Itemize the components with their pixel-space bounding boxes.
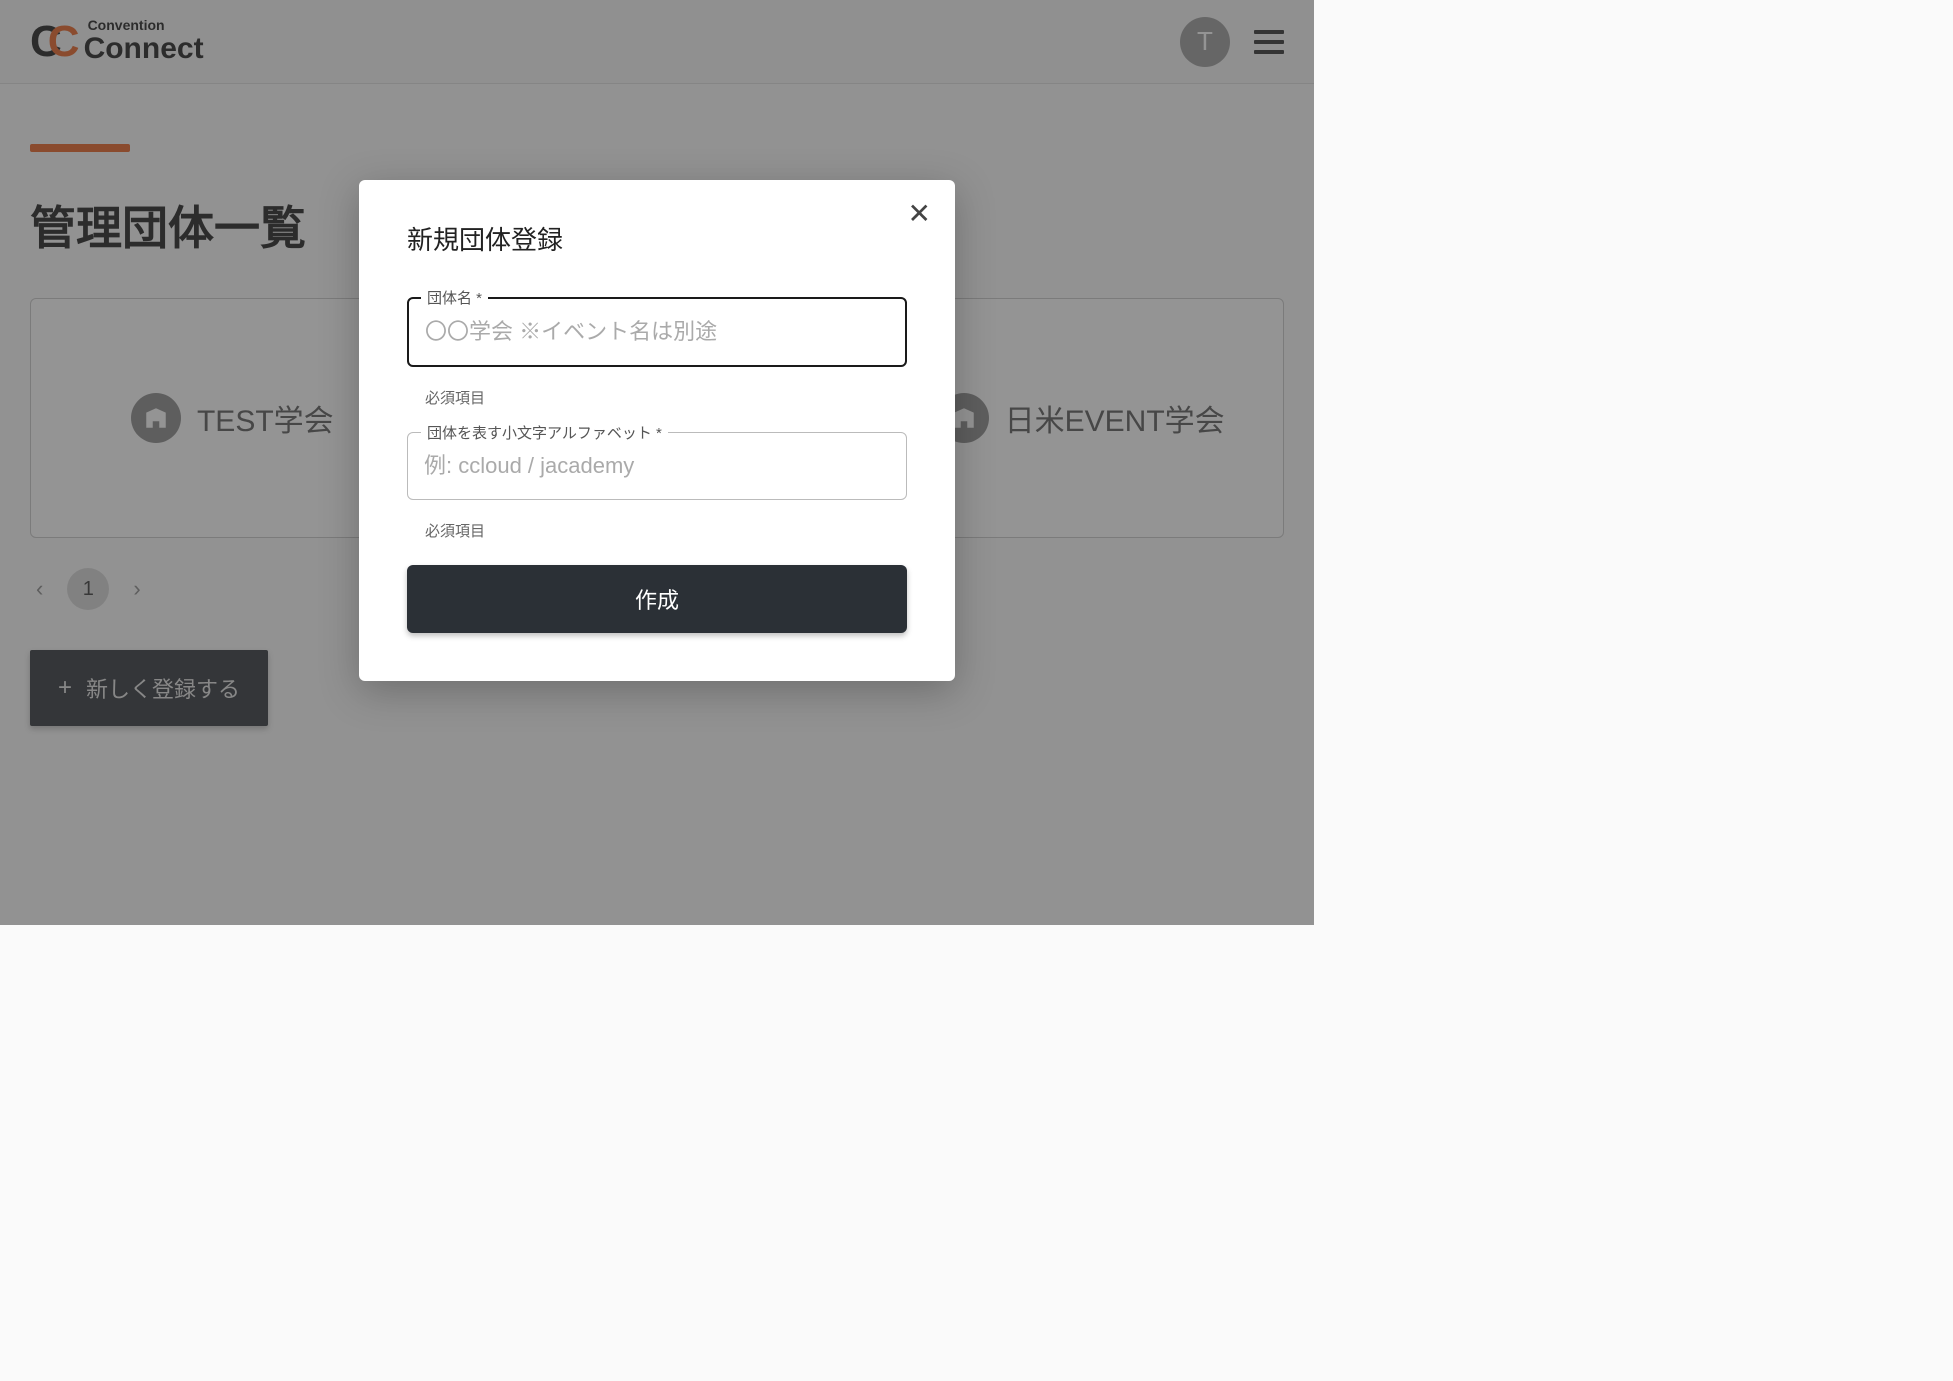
org-slug-helper: 必須項目 [425,520,907,541]
org-name-label: 団体名 * [421,287,488,308]
org-slug-field-group: 団体を表す小文字アルファベット * [407,432,907,500]
org-slug-label: 団体を表す小文字アルファベット * [421,422,668,443]
modal-overlay[interactable]: ✕ 新規団体登録 団体名 * 必須項目 団体を表す小文字アルファベット * 必須… [0,0,1314,925]
new-org-modal: ✕ 新規団体登録 団体名 * 必須項目 団体を表す小文字アルファベット * 必須… [359,180,955,681]
create-button[interactable]: 作成 [407,565,907,633]
org-name-field-group: 団体名 * [407,297,907,367]
org-name-helper: 必須項目 [425,387,907,408]
close-icon[interactable]: ✕ [908,200,931,228]
modal-title: 新規団体登録 [407,220,907,257]
